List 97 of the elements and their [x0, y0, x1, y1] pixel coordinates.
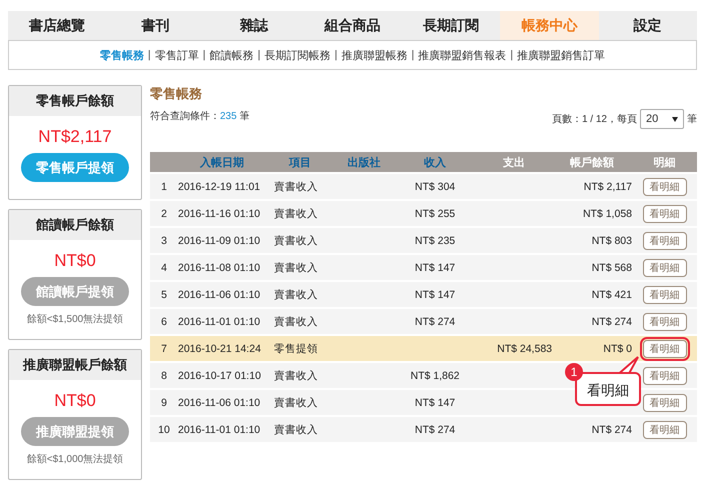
balance-cell: NT$ 1,058 [582, 208, 632, 220]
subnav-link[interactable]: 零售訂單 [150, 48, 203, 62]
income-cell: NT$ 147 [414, 288, 456, 300]
date-cell-text: 2016-11-06 01:10 [178, 288, 262, 300]
card-title: 推廣聯盟帳戶餘額 [9, 350, 141, 380]
income-cell: NT$ 304 [414, 180, 456, 192]
per-page-select[interactable]: 20 [640, 109, 684, 129]
nav-tab[interactable]: 組合商品 [303, 11, 402, 40]
income-cell: NT$ 147 [414, 396, 456, 408]
nav-tab[interactable]: 長期訂閱 [402, 11, 500, 40]
balance-cell: NT$ 274 [592, 316, 632, 328]
subnav-link[interactable]: 館讀帳務 [206, 48, 258, 62]
subnav-link[interactable]: 長期訂閱帳務 [260, 48, 334, 62]
item-cell-text: 零售提領 [273, 342, 319, 356]
balance-amount: NT$0 [54, 251, 96, 271]
detail-button[interactable]: 看明細 [642, 232, 686, 250]
date-cell-text: 2016-11-06 01:10 [178, 396, 262, 408]
column-header: 帳戶餘額 [569, 156, 615, 170]
separator: | [202, 49, 206, 61]
expense-cell: NT$ 24,583 [497, 342, 552, 354]
subnav-link[interactable]: 推廣聯盟帳務 [337, 48, 412, 62]
date-cell-text: 2016-11-16 01:10 [178, 208, 262, 220]
item-cell-text: 賣書收入 [273, 314, 319, 328]
date-cell-text: 2016-10-21 14:24 [178, 342, 262, 354]
balance-cell: NT$ 803 [592, 234, 632, 246]
detail-button[interactable]: 看明細 [642, 204, 686, 222]
balance-cell: NT$ 568 [592, 262, 632, 274]
row-number: 9 [160, 396, 168, 408]
income-cell: NT$ 255 [414, 208, 456, 220]
separator: | [334, 49, 338, 61]
result-unit: 筆 [239, 111, 250, 122]
balance-cell: NT$ 2,117 [584, 180, 632, 192]
balance-cell: NT$ 421 [592, 288, 632, 300]
detail-button[interactable]: 看明細 [642, 286, 686, 304]
row-number: 8 [160, 370, 168, 382]
date-cell-text: 2016-10-17 01:10 [178, 370, 262, 382]
income-cell: NT$ 147 [414, 262, 456, 274]
income-cell: NT$ 1,862 [410, 370, 460, 382]
detail-button[interactable]: 看明細 [642, 312, 686, 330]
subnav-link[interactable]: 推廣聯盟銷售訂單 [513, 48, 610, 62]
subnav-link[interactable]: 推廣聯盟銷售報表 [414, 48, 510, 62]
nav-tab[interactable]: 雜誌 [204, 11, 304, 40]
nav-tab[interactable]: 設定 [598, 11, 697, 40]
detail-button[interactable]: 看明細 [642, 366, 686, 384]
withdraw-button[interactable]: 零售帳戶提領 [21, 153, 129, 182]
column-header: 明細 [652, 156, 676, 170]
subnav-link[interactable]: 零售帳務 [96, 48, 148, 62]
separator: | [148, 49, 151, 61]
row-number: 7 [160, 342, 168, 354]
nav-tab[interactable]: 書店總覽 [8, 11, 106, 40]
page-unit: 筆 [687, 113, 697, 126]
item-cell-text: 賣書收入 [273, 422, 319, 436]
date-cell-text: 2016-11-08 01:10 [178, 262, 262, 274]
page-info: 頁數：1 / 12，每頁 [552, 113, 637, 126]
result-label: 符合查詢條件： [150, 111, 220, 122]
income-cell: NT$ 235 [414, 234, 456, 246]
balance-cell: NT$ 0 [603, 342, 632, 354]
callout-text: 看明細 [587, 382, 629, 400]
withdraw-note: 餘額<$1,500無法提領 [26, 312, 124, 326]
date-cell-text: 2016-11-01 01:10 [178, 316, 262, 328]
item-cell-text: 賣書收入 [273, 288, 319, 302]
separator: | [510, 49, 514, 61]
item-cell-text: 賣書收入 [273, 234, 319, 248]
nav-tab[interactable]: 書刊 [106, 11, 205, 40]
income-cell: NT$ 274 [414, 424, 456, 436]
item-cell-text: 賣書收入 [273, 396, 319, 410]
item-cell-text: 賣書收入 [273, 368, 319, 382]
row-number: 3 [160, 234, 168, 246]
detail-button[interactable]: 看明細 [642, 394, 686, 412]
dropdown-arrow-icon [672, 116, 678, 122]
balance-amount: NT$2,117 [38, 127, 112, 147]
item-cell-text: 賣書收入 [273, 206, 319, 220]
row-number: 10 [157, 424, 171, 436]
balance-amount: NT$0 [54, 391, 96, 411]
row-number: 1 [160, 180, 168, 192]
detail-button[interactable]: 看明細 [642, 420, 686, 438]
card-title: 館讀帳戶餘額 [9, 210, 141, 240]
column-header: 支出 [502, 156, 526, 170]
date-cell-text: 2016-12-19 11:01 [178, 180, 262, 192]
item-cell-text: 賣書收入 [273, 260, 319, 274]
detail-button[interactable]: 看明細 [642, 178, 686, 196]
row-number: 6 [160, 316, 168, 328]
row-number: 4 [160, 262, 168, 274]
row-number: 2 [160, 208, 168, 220]
date-cell-text: 2016-11-01 01:10 [178, 424, 262, 436]
separator: | [411, 49, 414, 61]
section-title: 零售帳務 [150, 85, 203, 103]
income-cell: NT$ 274 [414, 316, 456, 328]
separator: | [258, 49, 260, 61]
detail-button[interactable]: 看明細 [642, 258, 686, 276]
withdraw-note: 餘額<$1,000無法提領 [26, 452, 124, 466]
row-number: 5 [160, 288, 168, 300]
card-title: 零售帳戶餘額 [9, 86, 141, 116]
date-cell-text: 2016-11-09 01:10 [178, 234, 262, 246]
item-cell-text: 賣書收入 [273, 180, 319, 194]
balance-cell: NT$ 274 [592, 424, 632, 436]
result-count: 235 [220, 111, 237, 122]
